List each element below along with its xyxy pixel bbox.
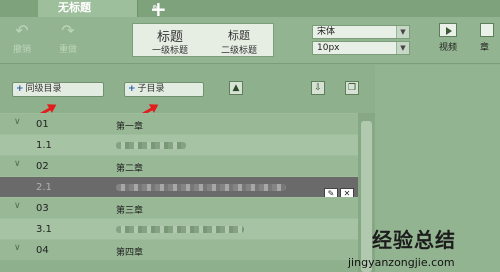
outline-row-number: 1.1 (36, 140, 52, 151)
plus-icon: + (128, 84, 136, 94)
redo-icon: ↷ (61, 21, 75, 40)
chapter-button[interactable]: 章 (480, 23, 500, 53)
chevron-down-icon[interactable]: ∨ (14, 159, 21, 169)
font-family-value: 宋体 (317, 27, 336, 37)
watermark-url: jingyanzongjie.com (348, 256, 455, 269)
tab-untitled[interactable]: 无标题 ✎ (38, 0, 160, 17)
move-up-icon[interactable]: ▲ (229, 81, 243, 95)
outline-row-number: 03 (36, 203, 49, 214)
undo-label: 撤销 (12, 45, 31, 55)
chevron-down-icon[interactable]: ∨ (14, 201, 21, 211)
outline-row-3-1[interactable]: 3.1 (0, 218, 358, 239)
video-label: 视频 (438, 43, 457, 53)
blurred-title (116, 226, 244, 233)
font-size-value: 10px (317, 43, 340, 53)
video-icon (439, 23, 457, 37)
chapter-label: 章 (480, 43, 490, 53)
video-button[interactable]: 视频 (434, 23, 462, 53)
add-child-button[interactable]: + 子目录 (124, 82, 204, 97)
outline-row-number: 01 (36, 119, 49, 130)
font-size-select[interactable]: 10px ▼ (312, 41, 410, 55)
outline-row-title: 第二章 (116, 164, 144, 174)
outline-row-title: 第四章 (116, 248, 144, 258)
plus-icon: + (16, 84, 24, 94)
undo-button[interactable]: ↶ 撤销 (2, 22, 42, 56)
outline-row-title: 第三章 (116, 206, 144, 216)
style-h1-small[interactable]: 一级标题 (135, 43, 205, 56)
outline-row-number: 04 (36, 245, 49, 256)
outline-row-1-1[interactable]: 1.1 (0, 134, 358, 155)
toolbar: ↶ 撤销 ↷ 重做 标题 标题 一级标题 二级标题 宋体 ▼ 10px ▼ 视频… (0, 17, 500, 64)
outline-row-number: 2.1 (36, 182, 52, 193)
outline-row-03[interactable]: ∨ 03 第三章 (0, 197, 358, 218)
outline-list: ∨ 01 第一章 1.1 ∨ 02 第二章 2.1 ✎ ✕ ∨ 03 第三章 3.… (0, 113, 358, 272)
chevron-down-icon[interactable]: ∨ (14, 117, 21, 127)
style-h2-small[interactable]: 二级标题 (204, 43, 274, 56)
chevron-down-icon: ▼ (396, 42, 409, 54)
outline-row-02[interactable]: ∨ 02 第二章 (0, 155, 358, 176)
add-child-label: 子目录 (137, 84, 165, 94)
blurred-title (116, 184, 286, 191)
scrollbar-thumb[interactable] (361, 121, 372, 272)
outline-panel-header: + 同级目录 + 子目录 ▲ ⇩ ❐ (0, 65, 375, 128)
outline-row-2-1[interactable]: 2.1 ✎ ✕ (0, 176, 358, 200)
font-family-select[interactable]: 宋体 ▼ (312, 25, 410, 39)
outline-row-title: 第一章 (116, 122, 144, 132)
tab-strip: 无标题 ✎ + (0, 0, 500, 21)
watermark: 经验总结 jingyanzongjie.com (348, 222, 500, 272)
chapter-icon (480, 23, 494, 37)
tab-title: 无标题 (58, 1, 91, 14)
outline-row-04[interactable]: ∨ 04 第四章 (0, 239, 358, 260)
add-sibling-label: 同级目录 (25, 84, 62, 94)
undo-icon: ↶ (15, 21, 29, 40)
outline-row-number: 3.1 (36, 224, 52, 235)
copy-icon[interactable]: ❐ (345, 81, 359, 95)
style-h2-large[interactable]: 标题 (204, 27, 274, 43)
redo-label: 重做 (58, 45, 77, 55)
blurred-title (116, 142, 186, 149)
add-sibling-button[interactable]: + 同级目录 (12, 82, 104, 97)
import-icon[interactable]: ⇩ (311, 81, 325, 95)
chevron-down-icon: ▼ (396, 26, 409, 38)
watermark-logo: 经验总结 (372, 228, 456, 252)
outline-row-01[interactable]: ∨ 01 第一章 (0, 113, 358, 134)
chevron-down-icon[interactable]: ∨ (14, 243, 21, 253)
heading-style-picker: 标题 标题 一级标题 二级标题 (132, 23, 274, 57)
redo-button[interactable]: ↷ 重做 (48, 22, 88, 56)
outline-row-number: 02 (36, 161, 49, 172)
